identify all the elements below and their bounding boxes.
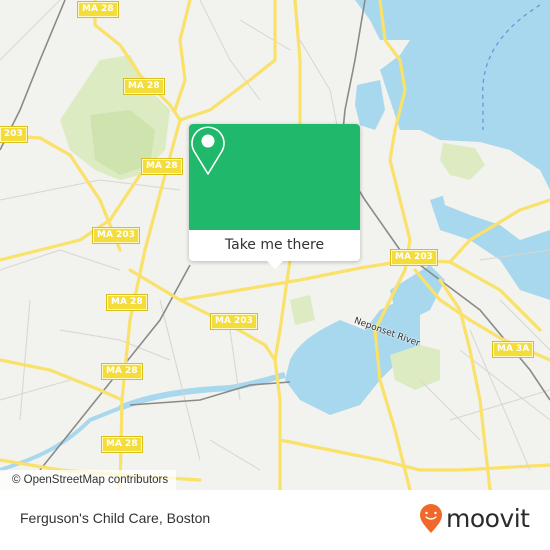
road-shield: MA 203: [390, 249, 438, 266]
road-shield: MA 28: [101, 436, 143, 453]
road-shield: MA 28: [123, 78, 165, 95]
river-west: [118, 372, 286, 411]
logo-wordmark: moovit: [446, 504, 530, 533]
road-shield: 203: [0, 126, 28, 143]
map-canvas[interactable]: MA 28 MA 28 203 MA 28 MA 203 MA 28 MA 20…: [0, 0, 550, 490]
location-popup: Take me there: [189, 124, 360, 269]
road-shield: MA 3A: [491, 341, 535, 358]
location-pin-icon: [191, 126, 225, 175]
road-shield: MA 28: [106, 294, 148, 311]
take-me-there-button[interactable]: Take me there: [189, 230, 360, 261]
road-shield: MA 203: [92, 227, 140, 244]
moovit-logo[interactable]: moovit: [419, 504, 530, 534]
road-shield: MA 28: [141, 158, 183, 175]
popup-pointer: [267, 261, 283, 269]
moovit-pin-icon: [420, 504, 442, 533]
park-center: [290, 295, 315, 325]
popup-header: [189, 124, 360, 230]
road-shield: MA 28: [77, 1, 119, 18]
road-shield: MA 203: [210, 313, 258, 330]
bay-inlet: [355, 80, 385, 130]
map-attribution[interactable]: © OpenStreetMap contributors: [0, 470, 177, 490]
place-name: Ferguson's Child Care, Boston: [20, 510, 211, 526]
road-shield: MA 28: [101, 363, 143, 380]
